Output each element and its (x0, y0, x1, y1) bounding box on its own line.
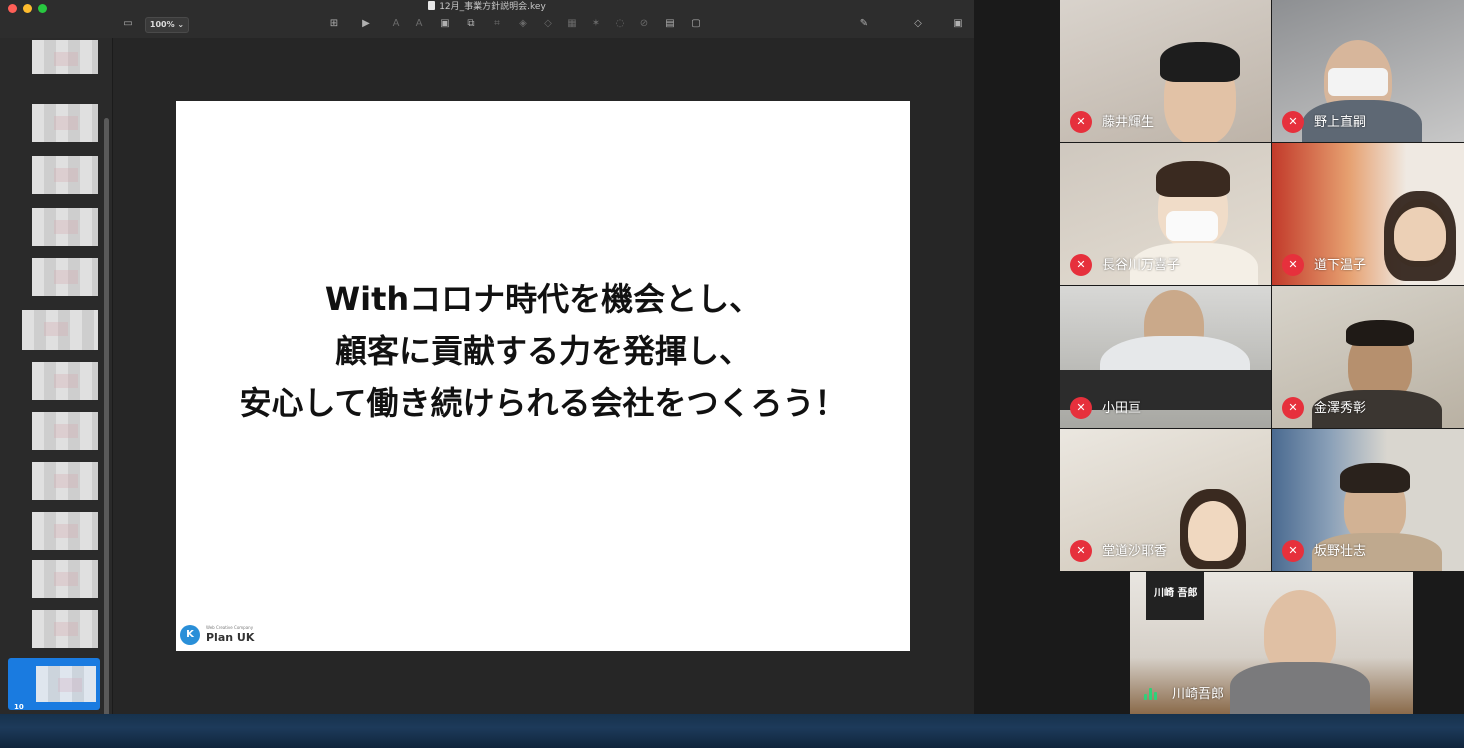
participant-name: 坂野壮志 (1314, 544, 1367, 559)
current-slide[interactable]: Withコロナ時代を機会とし、 顧客に貢献する力を発揮し、 安心して働き続けられ… (176, 101, 910, 651)
slide-thumbnail[interactable] (22, 310, 98, 350)
slide-navigator[interactable]: 10 (0, 38, 113, 714)
shape-icon[interactable]: ⧉ (465, 18, 477, 30)
slide-thumbnail[interactable] (32, 104, 98, 142)
slide-thumbnail[interactable] (32, 362, 98, 400)
participant-name: 金澤秀彰 (1314, 401, 1367, 416)
participant-name: 道下温子 (1314, 258, 1367, 273)
document-panel-icon[interactable]: ▣ (952, 18, 964, 30)
document-title-text: 12月_事業方針説明会.key (439, 2, 546, 12)
active-speaker-label: 川崎 吾郎 (1146, 572, 1204, 620)
slide-headline[interactable]: Withコロナ時代を機会とし、 顧客に貢献する力を発揮し、 安心して働き続けられ… (176, 273, 910, 429)
mic-muted-icon: ✕ (1070, 111, 1092, 133)
mic-muted-icon: ✕ (1070, 254, 1092, 276)
logo-mark: K (180, 625, 200, 645)
participant-tile[interactable]: ✕ 金澤秀彰 (1272, 286, 1464, 428)
slide-headline-line-3: 安心して働き続けられる会社をつくろう！ (239, 384, 847, 422)
document-icon (428, 1, 436, 10)
slide-headline-line-1: Withコロナ時代を機会とし、 (324, 280, 762, 318)
participant-name: 野上直嗣 (1314, 115, 1367, 130)
participant-tile[interactable]: ✕ 坂野壮志 (1272, 429, 1464, 571)
speaking-indicator-icon (1144, 688, 1160, 700)
participant-tile[interactable]: ✕ 堂道沙耶香 (1060, 429, 1271, 571)
participant-name: 小田亘 (1102, 401, 1142, 416)
navigator-scrollbar[interactable] (104, 118, 109, 714)
instant-alpha-icon[interactable]: ✶ (590, 18, 602, 30)
slide-thumbnail[interactable] (32, 462, 98, 500)
text-larger-icon[interactable]: A (390, 18, 402, 30)
layers-icon[interactable]: ◇ (542, 18, 554, 30)
slide-headline-line-2: 顧客に貢献する力を発揮し、 (334, 332, 751, 370)
slide-thumbnail[interactable] (32, 208, 98, 246)
slide-thumbnail-current[interactable] (36, 666, 96, 702)
slide-thumbnail[interactable] (32, 258, 98, 296)
format-brush-icon[interactable]: ✎ (858, 18, 870, 30)
mic-muted-icon: ✕ (1282, 540, 1304, 562)
title-bar: 12月_事業方針説明会.key ▭ 100% ⌄ ⊞ ▶ A A ▣ ⧉ ⌗ ◈… (0, 0, 974, 39)
mic-muted-icon: ✕ (1282, 254, 1304, 276)
participant-name: 長谷川万喜子 (1102, 258, 1181, 273)
slide-number: 10 (14, 703, 24, 711)
table-icon[interactable]: ▤ (664, 18, 676, 30)
add-slide-icon[interactable]: ⊞ (328, 18, 340, 30)
animate-icon[interactable]: ◇ (912, 18, 924, 30)
play-icon[interactable]: ▶ (360, 18, 372, 30)
slide-thumbnail[interactable] (32, 156, 98, 194)
mic-muted-icon: ✕ (1282, 111, 1304, 133)
participant-tile[interactable]: ✕ 野上直嗣 (1272, 0, 1464, 142)
slide-thumbnail[interactable] (32, 40, 98, 74)
lock-icon[interactable]: ◌ (614, 18, 626, 30)
zoom-level-select[interactable]: 100% ⌄ (145, 17, 189, 33)
active-speaker-label-text: 川崎 吾郎 (1154, 588, 1198, 599)
slide-thumbnail[interactable] (32, 412, 98, 450)
participant-tile[interactable]: ✕ 長谷川万喜子 (1060, 143, 1271, 285)
slide-thumbnail[interactable] (32, 610, 98, 648)
mask-icon[interactable]: ▦ (566, 18, 578, 30)
participant-name: 堂道沙耶香 (1102, 544, 1168, 559)
mic-muted-icon: ✕ (1282, 397, 1304, 419)
logo-name: Plan UK (206, 631, 255, 644)
crop-icon[interactable]: ⌗ (491, 18, 503, 30)
mic-muted-icon: ✕ (1070, 397, 1092, 419)
desktop-background (0, 714, 1464, 748)
mic-muted-icon: ✕ (1070, 540, 1092, 562)
document-title: 12月_事業方針説明会.key (0, 1, 974, 13)
media-icon[interactable]: ▣ (439, 18, 451, 30)
active-speaker-tile[interactable]: 川崎 吾郎 川崎吾郎 (1130, 572, 1413, 714)
link-icon[interactable]: ⊘ (638, 18, 650, 30)
arrange-icon[interactable]: ◈ (517, 18, 529, 30)
participant-tile[interactable]: ✕ 小田亘 (1060, 286, 1271, 428)
participant-tile[interactable]: ✕ 藤井輝生 (1060, 0, 1271, 142)
logo-tagline: Web Creative Company (206, 625, 254, 630)
participant-tile[interactable]: ✕ 道下温子 (1272, 143, 1464, 285)
view-sidebar-icon[interactable]: ▭ (122, 18, 134, 30)
slide-thumbnail[interactable] (32, 512, 98, 550)
comment-icon[interactable]: ▢ (690, 18, 702, 30)
slide-thumbnail[interactable] (32, 560, 98, 598)
active-speaker-name: 川崎吾郎 (1172, 687, 1225, 702)
keynote-window: 12月_事業方針説明会.key ▭ 100% ⌄ ⊞ ▶ A A ▣ ⧉ ⌗ ◈… (0, 0, 974, 714)
text-smaller-icon[interactable]: A (413, 18, 425, 30)
participant-name: 藤井輝生 (1102, 115, 1155, 130)
